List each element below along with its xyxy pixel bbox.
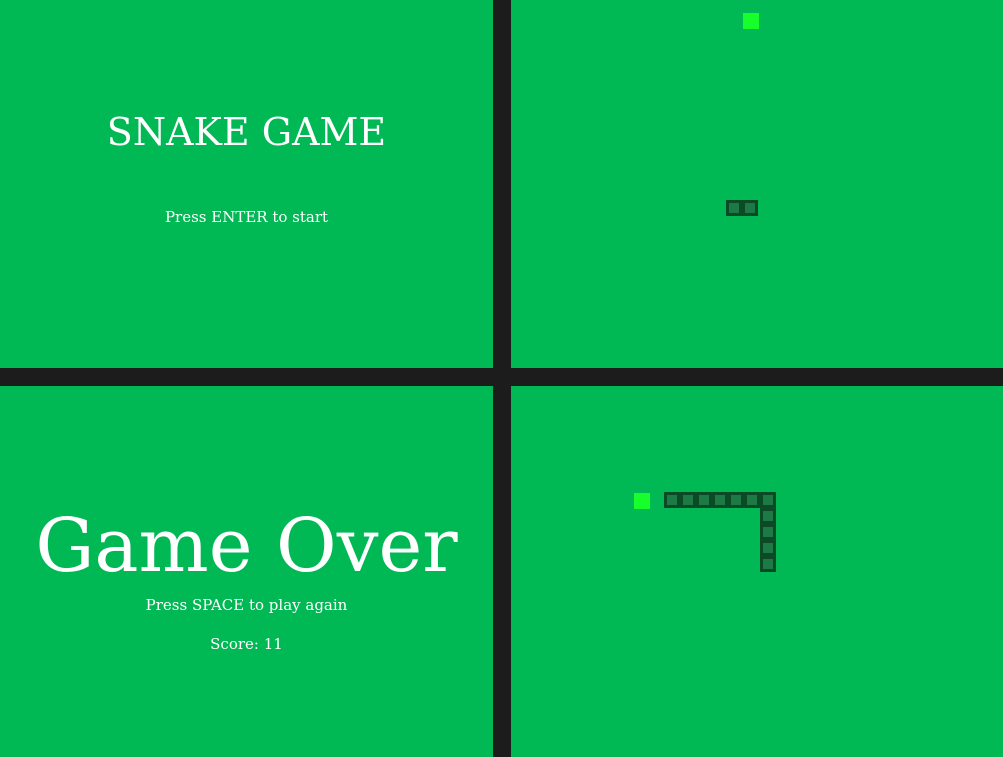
snake-segment xyxy=(728,492,744,508)
game-over-panel: Game Over Press SPACE to play again Scor… xyxy=(0,386,493,757)
snake-segment xyxy=(696,492,712,508)
game-board-1 xyxy=(511,0,1003,368)
snake-head xyxy=(726,200,742,216)
snake-tail xyxy=(664,492,680,508)
snake-segment xyxy=(744,492,760,508)
snake-segment xyxy=(760,508,776,524)
game-title: SNAKE GAME xyxy=(106,110,387,154)
snake-segment xyxy=(760,524,776,540)
snake-segment xyxy=(680,492,696,508)
play-again-prompt: Press SPACE to play again xyxy=(145,596,348,614)
food-pellet xyxy=(743,13,759,29)
screenshot-grid: SNAKE GAME Press ENTER to start Game Ove… xyxy=(0,0,1003,757)
gameplay-panel-2 xyxy=(511,386,1003,757)
snake-segment xyxy=(712,492,728,508)
snake-head xyxy=(760,556,776,572)
food-pellet xyxy=(634,493,650,509)
snake-segment xyxy=(760,492,776,508)
game-over-title: Game Over xyxy=(35,503,458,589)
game-board-2 xyxy=(511,386,1003,757)
gameplay-panel-1 xyxy=(511,0,1003,368)
snake-segment xyxy=(760,540,776,556)
title-screen-panel: SNAKE GAME Press ENTER to start xyxy=(0,0,493,368)
final-score: Score: 11 xyxy=(210,635,283,653)
snake-segment xyxy=(742,200,758,216)
start-prompt: Press ENTER to start xyxy=(164,208,329,226)
